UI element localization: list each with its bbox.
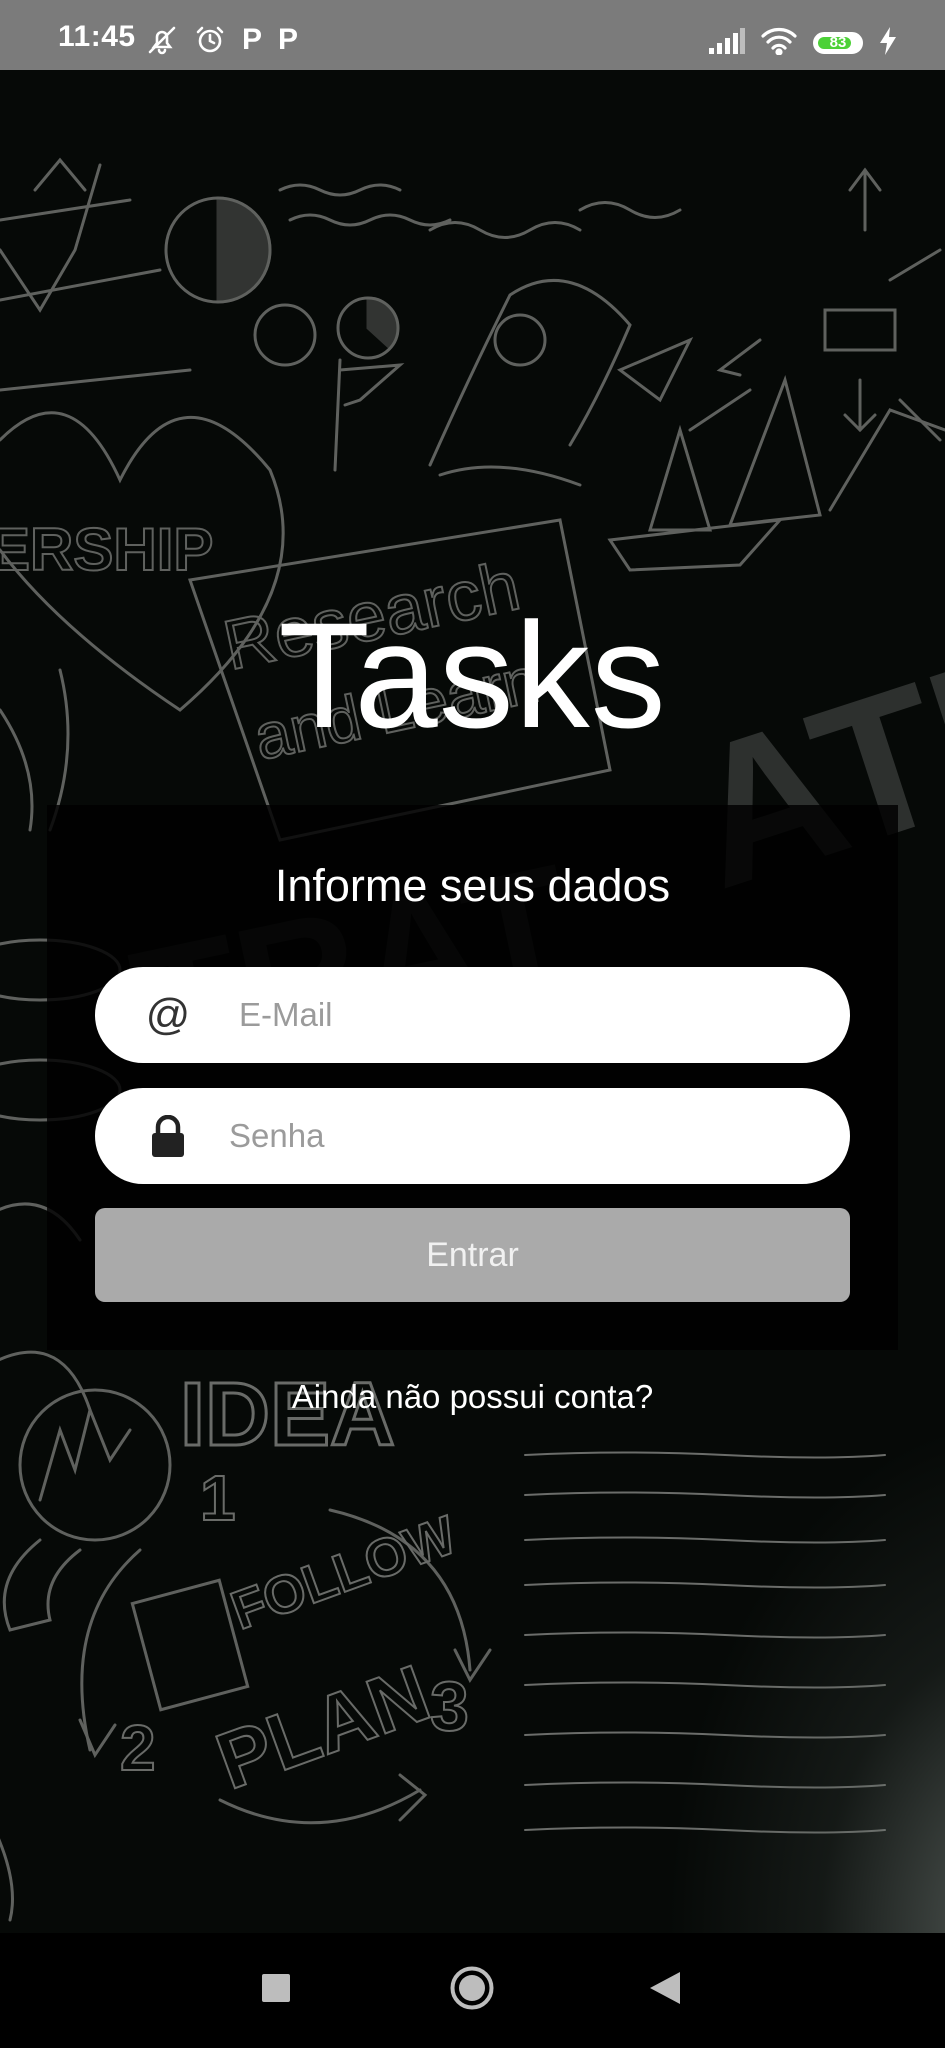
svg-text:PLAN: PLAN bbox=[205, 1648, 440, 1806]
p-app-icon: P bbox=[278, 23, 299, 56]
alarm-icon bbox=[194, 24, 226, 56]
at-sign-icon: @ bbox=[145, 990, 191, 1039]
status-system-icons: 83 bbox=[709, 24, 897, 62]
notifications-off-icon bbox=[146, 24, 178, 56]
signup-link[interactable]: Ainda não possui conta? bbox=[0, 1378, 945, 1416]
navigation-bar bbox=[0, 1933, 945, 2048]
wifi-icon bbox=[761, 27, 797, 60]
app-screen: ERSHIP Research and Learn ATE TRAT IDEA … bbox=[0, 0, 945, 2048]
form-heading: Informe seus dados bbox=[274, 860, 671, 911]
p-app-icon: P bbox=[242, 23, 263, 56]
password-field[interactable] bbox=[95, 1088, 850, 1184]
back-button[interactable] bbox=[605, 1933, 725, 2048]
app-title: Tasks bbox=[278, 591, 667, 759]
charging-icon bbox=[879, 26, 897, 60]
home-icon bbox=[449, 1965, 495, 2016]
home-button[interactable] bbox=[412, 1933, 532, 2048]
back-icon bbox=[650, 1972, 680, 2009]
status-time: 11:45 bbox=[58, 20, 136, 53]
svg-text:ERSHIP: ERSHIP bbox=[0, 516, 213, 583]
signal-icon bbox=[709, 27, 745, 59]
svg-text:3: 3 bbox=[430, 1667, 469, 1745]
status-notification-icons: P P bbox=[146, 24, 298, 56]
password-input[interactable] bbox=[227, 1105, 820, 1167]
svg-text:2: 2 bbox=[120, 1712, 156, 1784]
lock-icon bbox=[137, 1115, 199, 1157]
battery-icon: 83 bbox=[813, 32, 863, 54]
battery-level: 83 bbox=[829, 34, 847, 51]
email-field[interactable]: @ bbox=[95, 967, 850, 1063]
login-button[interactable]: Entrar bbox=[95, 1208, 850, 1302]
recents-icon bbox=[262, 1974, 290, 2007]
status-bar: 11:45 P P 83 bbox=[0, 0, 945, 70]
login-form: Informe seus dados @ Entrar bbox=[47, 805, 898, 1350]
svg-text:1: 1 bbox=[200, 1462, 236, 1534]
email-input[interactable] bbox=[237, 984, 820, 1046]
recents-button[interactable] bbox=[216, 1933, 336, 2048]
svg-text:FOLLOW: FOLLOW bbox=[224, 1505, 464, 1641]
